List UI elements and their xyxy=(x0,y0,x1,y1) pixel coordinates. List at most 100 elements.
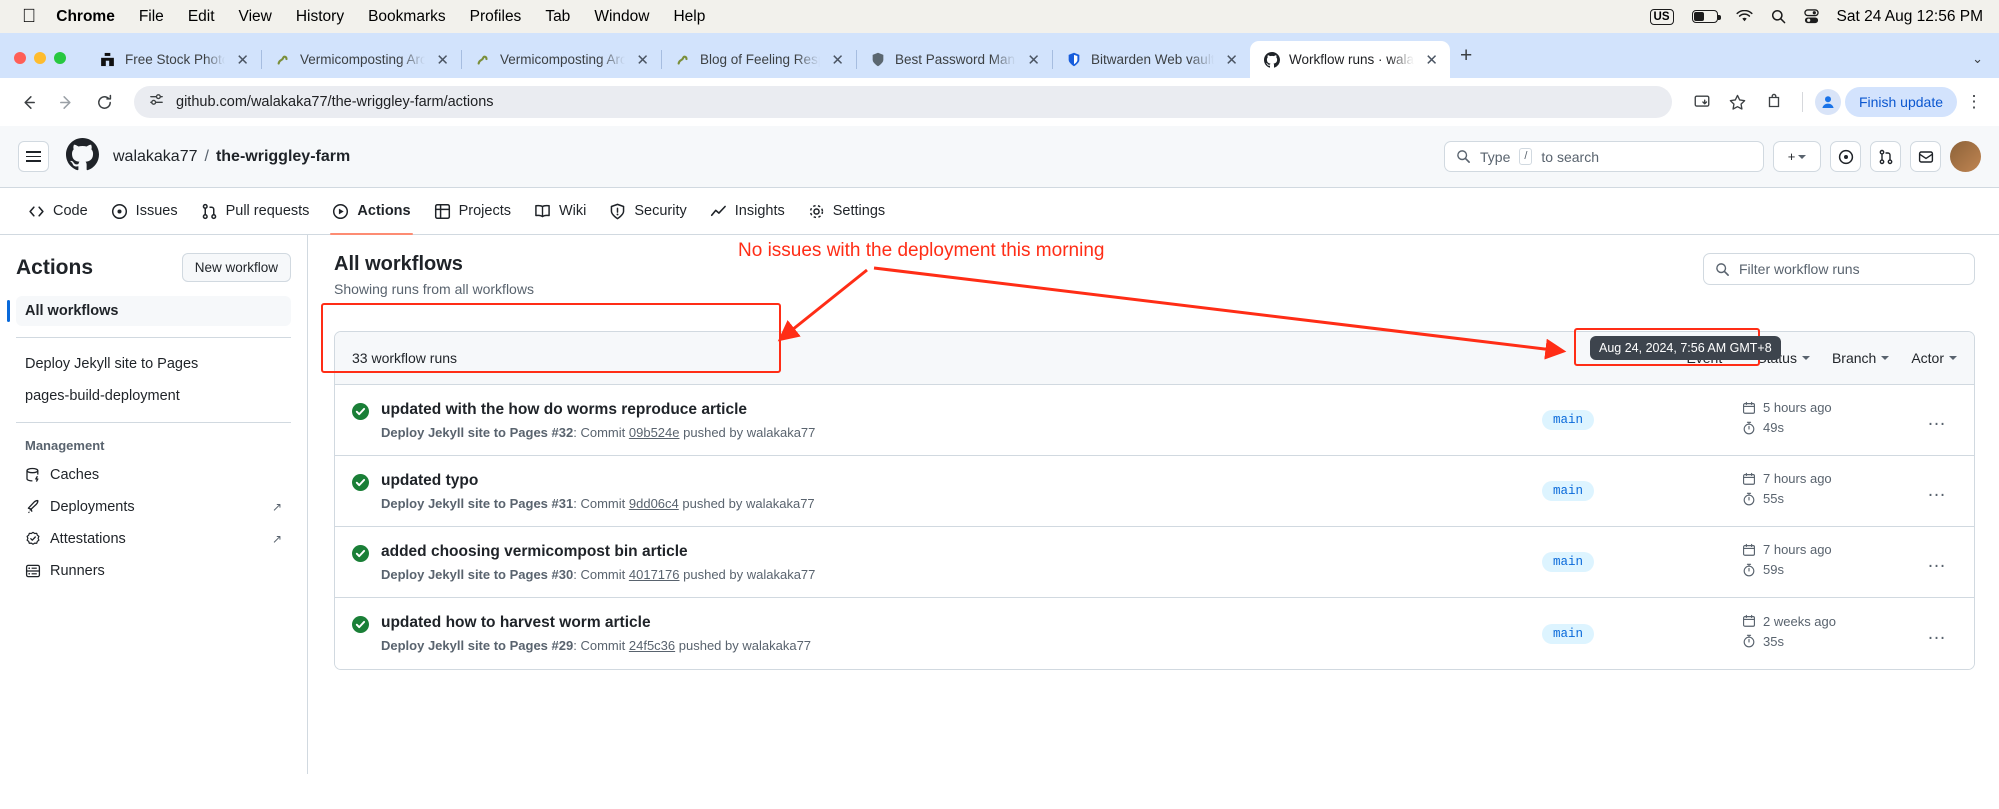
run-more-button[interactable]: … xyxy=(1917,623,1957,645)
issues-global-icon[interactable] xyxy=(1830,141,1861,172)
menu-item-file[interactable]: File xyxy=(139,8,164,26)
run-commit-sha[interactable]: 24f5c36 xyxy=(629,638,675,653)
install-app-icon[interactable] xyxy=(1686,86,1718,118)
tab-close-button-5[interactable]: ✕ xyxy=(1223,51,1240,69)
avatar[interactable] xyxy=(1950,141,1981,172)
menu-item-window[interactable]: Window xyxy=(594,8,649,26)
menu-item-history[interactable]: History xyxy=(296,8,344,26)
menu-item-edit[interactable]: Edit xyxy=(188,8,215,26)
sidebar-item-attestations[interactable]: Attestations ↗ xyxy=(16,524,291,554)
filter-actor-dropdown[interactable]: Actor xyxy=(1911,350,1957,366)
browser-tab-2[interactable]: Vermicomposting Archive ✕ xyxy=(461,41,661,78)
breadcrumb-owner[interactable]: walakaka77 xyxy=(113,148,198,166)
back-button[interactable] xyxy=(12,86,44,118)
filter-workflow-runs-input[interactable]: Filter workflow runs xyxy=(1703,253,1975,285)
run-title[interactable]: updated typo xyxy=(381,472,815,490)
branch-chip[interactable]: main xyxy=(1542,481,1595,501)
star-icon[interactable] xyxy=(1722,86,1754,118)
repo-nav-projects[interactable]: Projects xyxy=(424,188,521,234)
run-commit-sha[interactable]: 4017176 xyxy=(629,567,680,582)
browser-tab-3[interactable]: Blog of Feeling Responsiv ✕ xyxy=(661,41,856,78)
repo-nav-pull-requests[interactable]: Pull requests xyxy=(191,188,320,234)
battery-icon[interactable] xyxy=(1691,10,1721,23)
close-window-button[interactable] xyxy=(14,52,26,64)
new-workflow-button[interactable]: New workflow xyxy=(181,253,291,282)
repo-nav-issues[interactable]: Issues xyxy=(101,188,188,234)
branch-chip[interactable]: main xyxy=(1542,623,1595,644)
run-more-button[interactable]: … xyxy=(1917,409,1957,431)
apple-icon[interactable]:  xyxy=(22,7,36,26)
browser-tab-5[interactable]: Bitwarden Web vault ✕ xyxy=(1052,41,1250,78)
tab-close-button-3[interactable]: ✕ xyxy=(829,51,846,69)
run-relative-time[interactable]: 5 hours ago xyxy=(1742,400,1917,415)
tab-close-button-2[interactable]: ✕ xyxy=(634,51,651,69)
table-row[interactable]: updated typo Deploy Jekyll site to Pages… xyxy=(335,456,1974,527)
site-settings-icon[interactable] xyxy=(148,91,165,113)
extensions-icon[interactable] xyxy=(1758,86,1790,118)
inbox-icon[interactable] xyxy=(1910,141,1941,172)
search-input[interactable]: Type / to search xyxy=(1444,141,1764,172)
tab-close-button-6[interactable]: ✕ xyxy=(1423,51,1440,69)
forward-button[interactable] xyxy=(50,86,82,118)
menu-item-chrome[interactable]: Chrome xyxy=(56,8,115,26)
menu-item-bookmarks[interactable]: Bookmarks xyxy=(368,8,446,26)
repo-nav-code[interactable]: Code xyxy=(18,188,98,234)
branch-chip[interactable]: main xyxy=(1542,410,1595,430)
hamburger-menu-icon[interactable] xyxy=(18,141,49,172)
tab-close-button-4[interactable]: ✕ xyxy=(1025,51,1042,69)
pull-requests-global-icon[interactable] xyxy=(1870,141,1901,172)
sidebar-item-runners[interactable]: Runners xyxy=(16,556,291,586)
menu-item-profiles[interactable]: Profiles xyxy=(470,8,522,26)
reload-button[interactable] xyxy=(88,86,120,118)
minimize-window-button[interactable] xyxy=(34,52,46,64)
run-commit-sha[interactable]: 09b524e xyxy=(629,425,680,440)
run-more-button[interactable]: … xyxy=(1917,480,1957,502)
browser-tab-0[interactable]: Free Stock Photos & Imag ✕ xyxy=(86,41,261,78)
repo-nav-settings[interactable]: Settings xyxy=(798,188,895,234)
run-title[interactable]: added choosing vermicompost bin article xyxy=(381,543,815,561)
profile-avatar-icon[interactable] xyxy=(1814,89,1841,115)
finish-update-button[interactable]: Finish update xyxy=(1844,87,1957,117)
repo-nav-security[interactable]: Security xyxy=(599,188,696,234)
new-tab-button[interactable]: + xyxy=(1450,44,1472,78)
run-more-button[interactable]: … xyxy=(1917,551,1957,573)
sidebar-item-caches[interactable]: Caches xyxy=(16,460,291,490)
run-title[interactable]: updated with the how do worms reproduce … xyxy=(381,401,815,419)
repo-nav-wiki[interactable]: Wiki xyxy=(524,188,596,234)
tab-close-button-0[interactable]: ✕ xyxy=(234,51,251,69)
branch-chip[interactable]: main xyxy=(1542,552,1595,572)
chrome-menu-button[interactable]: ⋮ xyxy=(1961,92,1987,112)
control-center-icon[interactable] xyxy=(1803,9,1819,24)
breadcrumb-repo[interactable]: the-wriggley-farm xyxy=(216,148,350,166)
browser-tab-4[interactable]: Best Password Manager f ✕ xyxy=(856,41,1052,78)
sidebar-item-pages-build-deployment[interactable]: pages-build-deployment xyxy=(16,381,291,411)
repo-nav-insights[interactable]: Insights xyxy=(700,188,795,234)
input-source-icon[interactable]: US xyxy=(1649,8,1674,25)
menu-item-tab[interactable]: Tab xyxy=(545,8,570,26)
table-row[interactable]: updated with the how do worms reproduce … xyxy=(335,385,1974,456)
sidebar-item-all-workflows[interactable]: All workflows xyxy=(7,296,291,326)
macos-clock[interactable]: Sat 24 Aug 12:56 PM xyxy=(1837,8,1984,26)
run-commit-sha[interactable]: 9dd06c4 xyxy=(629,496,679,511)
run-relative-time[interactable]: 7 hours ago xyxy=(1742,471,1917,486)
run-relative-time[interactable]: 2 weeks ago xyxy=(1742,614,1917,629)
menu-item-help[interactable]: Help xyxy=(673,8,705,26)
browser-tab-1[interactable]: Vermicomposting Archive ✕ xyxy=(261,41,461,78)
run-title[interactable]: updated how to harvest worm article xyxy=(381,614,811,632)
wifi-icon[interactable] xyxy=(1735,10,1753,23)
table-row[interactable]: updated how to harvest worm article Depl… xyxy=(335,598,1974,669)
tab-close-button-1[interactable]: ✕ xyxy=(434,51,451,69)
tab-search-button[interactable]: ⌄ xyxy=(1962,51,1999,78)
browser-tab-6[interactable]: Workflow runs · walakaka ✕ xyxy=(1250,41,1450,78)
maximize-window-button[interactable] xyxy=(54,52,66,64)
filter-branch-dropdown[interactable]: Branch xyxy=(1832,350,1890,366)
sidebar-item-deploy-jekyll[interactable]: Deploy Jekyll site to Pages xyxy=(16,349,291,379)
sidebar-item-deployments[interactable]: Deployments ↗ xyxy=(16,492,291,522)
github-mark-icon[interactable] xyxy=(66,137,99,176)
spotlight-search-icon[interactable] xyxy=(1771,9,1786,24)
create-new-button[interactable]: + xyxy=(1773,141,1821,172)
menu-item-view[interactable]: View xyxy=(239,8,272,26)
address-bar[interactable]: github.com/walakaka77/the-wriggley-farm/… xyxy=(134,86,1672,118)
run-relative-time[interactable]: 7 hours ago xyxy=(1742,542,1917,557)
table-row[interactable]: added choosing vermicompost bin article … xyxy=(335,527,1974,598)
